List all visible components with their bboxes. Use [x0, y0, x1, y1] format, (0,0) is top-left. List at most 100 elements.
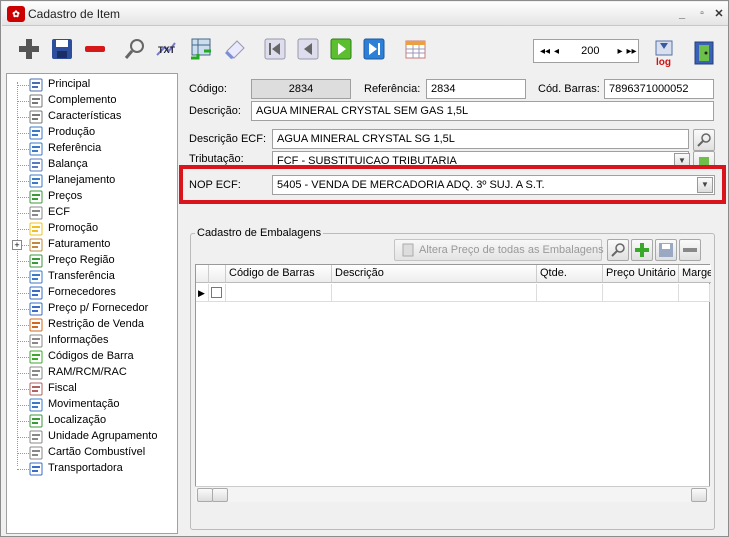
chevron-down-icon[interactable]: ▼ — [697, 177, 713, 193]
minimize-button[interactable]: _ — [674, 6, 690, 22]
maximize-button[interactable]: ▫ — [694, 6, 710, 22]
sidebar-item-ecf[interactable]: ECF — [7, 205, 177, 221]
cod-barras-field[interactable]: 7896371000052 — [604, 79, 714, 99]
list-icon — [28, 78, 44, 92]
tributacao-select[interactable]: FCF - SUBSTITUICAO TRIBUTARIA — [272, 151, 689, 165]
table-cell[interactable] — [226, 284, 332, 302]
sidebar-item-informacoes[interactable]: Informações — [7, 333, 177, 349]
unit-icon — [28, 430, 44, 444]
embalagem-add-button[interactable] — [631, 239, 653, 261]
embalagens-title: Cadastro de Embalagens — [195, 227, 324, 239]
altera-preco-button[interactable]: Altera Preço de todas as Embalagens — [394, 239, 604, 261]
tributacao-action-button[interactable] — [693, 151, 715, 165]
delete-button[interactable] — [80, 35, 110, 63]
calendar-grid-button[interactable] — [400, 35, 430, 63]
grid-col-header[interactable]: Marge — [679, 265, 711, 283]
fiscal-icon — [28, 382, 44, 396]
descricao-ecf-field[interactable]: AGUA MINERAL CRYSTAL SG 1,5L — [272, 129, 689, 149]
window-title: Cadastro de Item — [28, 7, 121, 21]
sidebar-item-caracteristicas[interactable]: Características — [7, 109, 177, 125]
sidebar-item-preco-p-fornecedor[interactable]: Preço p/ Fornecedor — [7, 301, 177, 317]
first-record-button[interactable] — [260, 35, 290, 63]
nav-first-button[interactable]: ◂◂ — [540, 46, 550, 57]
sidebar-item-label: Principal — [48, 78, 91, 90]
add-button[interactable] — [14, 35, 44, 63]
embalagem-delete-button[interactable] — [679, 239, 701, 261]
log-button[interactable]: log — [651, 39, 679, 68]
sidebar-item-unidade-agrupamento[interactable]: Unidade Agrupamento — [7, 429, 177, 445]
sidebar-item-restricao-de-venda[interactable]: Restrição de Venda — [7, 317, 177, 333]
sidebar-item-promocao[interactable]: Promoção — [7, 221, 177, 237]
delete-icon — [85, 46, 105, 52]
last-record-button[interactable] — [359, 35, 389, 63]
table-cell[interactable] — [537, 284, 603, 302]
nav-prev-button[interactable]: ◂ — [554, 46, 559, 57]
sidebar-item-complemento[interactable]: Complemento — [7, 93, 177, 109]
save-button[interactable] — [47, 35, 77, 63]
add-icon — [635, 243, 649, 257]
embalagem-search-button[interactable] — [607, 239, 629, 261]
next-record-button[interactable] — [326, 35, 356, 63]
sidebar-item-fiscal[interactable]: Fiscal — [7, 381, 177, 397]
referencia-field[interactable]: 2834 — [426, 79, 526, 99]
record-number[interactable]: 200 — [581, 45, 599, 57]
referencia-label: Referência: — [364, 83, 421, 95]
money-icon — [28, 190, 44, 204]
grid-col-header[interactable]: Descrição — [332, 265, 537, 283]
sidebar-item-planejamento[interactable]: Planejamento — [7, 173, 177, 189]
expand-icon[interactable]: + — [12, 240, 22, 250]
grid-col-header[interactable]: Preço Unitário — [603, 265, 679, 283]
grid-indicator-header — [196, 265, 209, 283]
scroll-thumb[interactable] — [212, 488, 228, 502]
table-cell[interactable] — [603, 284, 679, 302]
sidebar-item-transferencia[interactable]: Transferência — [7, 269, 177, 285]
nav-last-button[interactable]: ▸▸ — [626, 46, 636, 57]
sidebar-item-transportadora[interactable]: Transportadora — [7, 461, 177, 477]
sidebar-item-referencia[interactable]: Referência — [7, 141, 177, 157]
grid-col-header[interactable]: Código de Barras — [226, 265, 332, 283]
nop-ecf-select[interactable]: 5405 - VENDA DE MERCADORIA ADQ. 3º SUJ. … — [272, 175, 715, 195]
scroll-left-button[interactable] — [197, 488, 213, 502]
grid-col-header[interactable]: Qtde. — [537, 265, 603, 283]
calendar-grid-icon — [405, 40, 426, 59]
embalagem-save-button[interactable] — [655, 239, 677, 261]
sidebar-item-precos[interactable]: Preços — [7, 189, 177, 205]
sidebar-item-preco-regiao[interactable]: Preço Região — [7, 253, 177, 269]
main-window: ✿ Cadastro de Item _ ▫ ✕ TXT ◂◂ ◂ 200 ▸ … — [0, 0, 729, 537]
clear-button[interactable] — [220, 35, 250, 63]
scroll-right-button[interactable] — [691, 488, 707, 502]
table-cell[interactable] — [332, 284, 537, 302]
exit-button[interactable] — [691, 39, 717, 67]
edit-icon — [699, 157, 709, 165]
sidebar-item-movimentacao[interactable]: Movimentação — [7, 397, 177, 413]
sidebar-item-cartao-combustivel[interactable]: Cartão Combustível — [7, 445, 177, 461]
sidebar-item-principal[interactable]: Principal — [7, 77, 177, 93]
sidebar-item-label: Promoção — [48, 222, 99, 234]
sidebar-item-label: ECF — [48, 206, 70, 218]
region-icon — [28, 254, 44, 268]
grid-horizontal-scrollbar[interactable] — [195, 486, 710, 502]
sidebar-item-producao[interactable]: Produção — [7, 125, 177, 141]
search-button[interactable] — [120, 35, 150, 63]
refresh-button[interactable] — [186, 35, 216, 63]
previous-record-button[interactable] — [293, 35, 323, 63]
nav-next-button[interactable]: ▸ — [617, 46, 622, 57]
codigo-field[interactable]: 2834 — [251, 79, 351, 99]
table-cell[interactable] — [679, 284, 710, 302]
descricao-ecf-search-button[interactable] — [693, 129, 715, 151]
add-icon — [19, 39, 39, 59]
sidebar-item-localizacao[interactable]: Localização — [7, 413, 177, 429]
printer-icon — [28, 206, 44, 220]
close-button[interactable]: ✕ — [711, 6, 727, 22]
sidebar-item-codigos-de-barra[interactable]: Códigos de Barra — [7, 349, 177, 365]
sidebar-item-fornecedores[interactable]: Fornecedores — [7, 285, 177, 301]
descricao-field[interactable]: AGUA MINERAL CRYSTAL SEM GAS 1,5L — [251, 101, 714, 121]
app-icon[interactable]: ✿ — [7, 6, 25, 22]
table-row-checkbox[interactable] — [209, 284, 226, 302]
sidebar-item-ram-rcm-rac[interactable]: RAM/RCM/RAC — [7, 365, 177, 381]
chevron-down-icon[interactable]: ▼ — [674, 153, 690, 165]
sidebar-tree: Principal Complemento Características Produ… — [6, 73, 178, 534]
txt-export-button[interactable]: TXT — [153, 35, 183, 63]
sidebar-item-faturamento[interactable]: + Faturamento — [7, 237, 177, 253]
sidebar-item-balanca[interactable]: Balança — [7, 157, 177, 173]
